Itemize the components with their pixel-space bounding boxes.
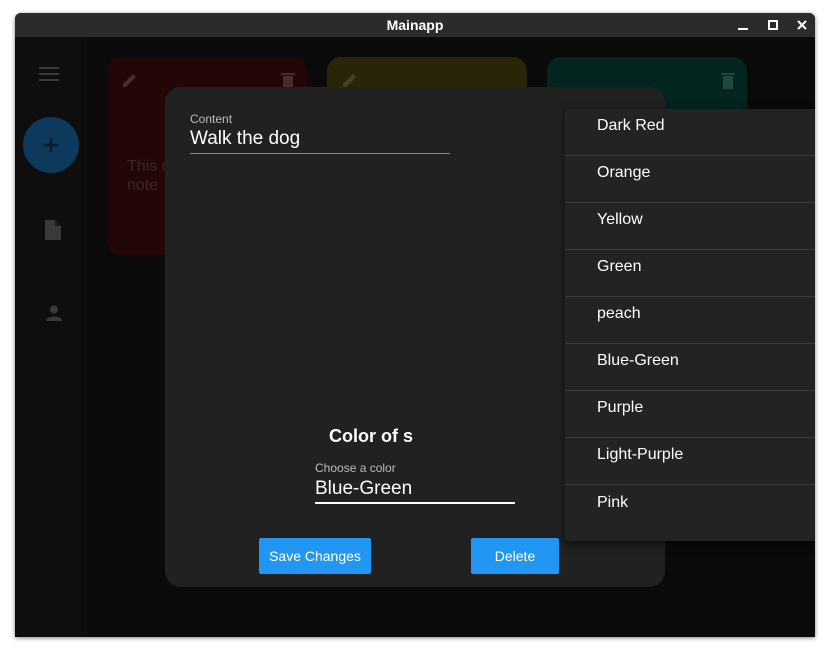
maximize-button[interactable] xyxy=(764,16,782,34)
option-label: Orange xyxy=(597,164,651,181)
option-label: Yellow xyxy=(597,211,643,228)
color-option-pink[interactable]: Pink xyxy=(565,485,815,532)
minimize-button[interactable] xyxy=(734,16,752,34)
content-underline xyxy=(190,153,450,154)
color-option-orange[interactable]: Orange xyxy=(565,156,815,203)
close-button[interactable] xyxy=(793,16,811,34)
option-label: Pink xyxy=(597,493,629,511)
content-field[interactable]: Walk the dog xyxy=(190,128,300,150)
color-select[interactable]: Blue-Green xyxy=(315,478,412,500)
option-label: Light-Purple xyxy=(597,446,684,463)
delete-icon[interactable] xyxy=(721,71,735,89)
title-bar: Mainapp xyxy=(15,13,815,37)
window-title: Mainapp xyxy=(386,17,444,33)
color-select-underline xyxy=(315,502,515,504)
color-option-blue-green[interactable]: Blue-Green xyxy=(565,344,815,391)
note-text: This c note xyxy=(127,157,170,195)
save-changes-button[interactable]: Save Changes xyxy=(259,538,371,574)
main-content: This c note Content Walk the dog Color o… xyxy=(15,37,815,637)
close-icon xyxy=(797,20,807,30)
color-option-green[interactable]: Green xyxy=(565,250,815,297)
maximize-icon xyxy=(768,20,778,30)
content-label: Content xyxy=(190,112,233,126)
color-option-dark-red[interactable]: Dark Red xyxy=(565,109,815,156)
delete-button[interactable]: Delete xyxy=(471,538,559,574)
color-option-yellow[interactable]: Yellow xyxy=(565,203,815,250)
note-icon[interactable] xyxy=(45,220,61,240)
menu-icon[interactable] xyxy=(39,67,59,81)
option-label: Dark Red xyxy=(597,117,665,134)
color-option-purple[interactable]: Purple xyxy=(565,391,815,438)
note-text-line: This c xyxy=(127,158,170,175)
person-icon[interactable] xyxy=(46,305,62,321)
minimize-icon xyxy=(738,28,748,30)
navigation-rail xyxy=(15,37,87,637)
add-note-button[interactable] xyxy=(23,117,79,173)
option-label: Green xyxy=(597,258,642,275)
option-label: Blue-Green xyxy=(597,352,679,369)
color-option-light-purple[interactable]: Light-Purple xyxy=(565,438,815,485)
color-heading: Color of s xyxy=(329,426,413,446)
option-label: peach xyxy=(597,305,641,322)
choose-color-label: Choose a color xyxy=(315,461,396,475)
plus-icon xyxy=(44,138,58,152)
edit-icon[interactable] xyxy=(121,71,139,89)
option-label: Purple xyxy=(597,399,644,416)
note-text-line: note xyxy=(127,177,159,194)
color-dropdown-menu: Dark Red Orange Yellow Green peach Blue-… xyxy=(565,109,815,541)
app-window: Mainapp This c note Content Walk the dog… xyxy=(15,13,815,637)
color-option-peach[interactable]: peach xyxy=(565,297,815,344)
edit-note-dialog: Content Walk the dog Color of s Choose a… xyxy=(165,87,815,587)
